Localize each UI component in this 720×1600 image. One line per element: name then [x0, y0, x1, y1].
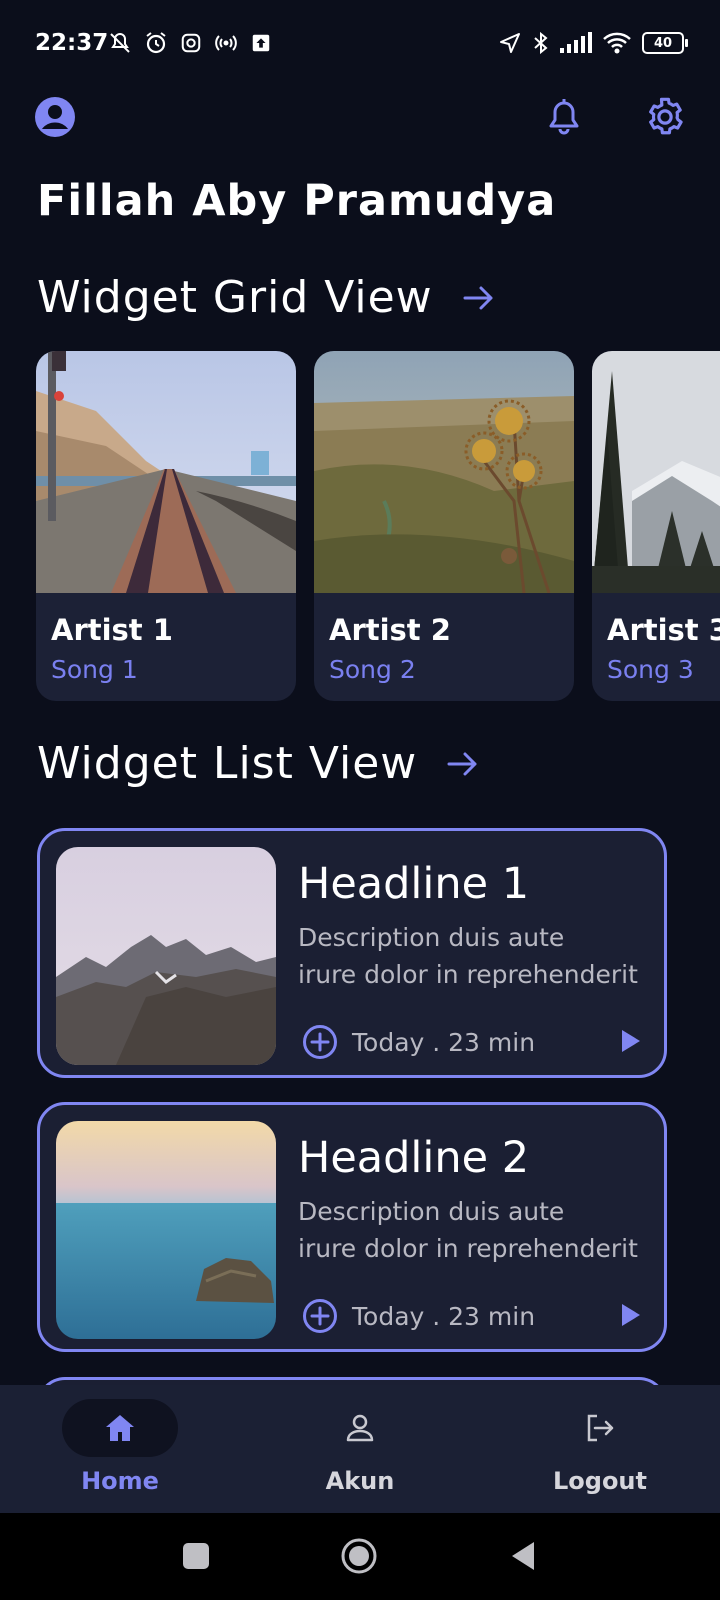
status-right-icons: 40	[498, 31, 688, 55]
list-card-image	[56, 847, 276, 1065]
gear-icon	[649, 97, 683, 135]
list-card-meta-text: Today . 23 min	[352, 1301, 536, 1331]
battery-icon: 40	[642, 32, 688, 54]
grid-card-artist: Artist 1	[51, 613, 173, 647]
wifi-icon	[603, 32, 631, 54]
list-card-description-line: Description duis aute	[298, 1197, 565, 1226]
list-card-description-line: irure dolor in reprehenderit	[298, 960, 638, 989]
back-icon[interactable]	[508, 1540, 538, 1572]
grid-card[interactable]: Artist 2 Song 2	[314, 351, 574, 701]
battery-level: 40	[653, 35, 673, 51]
list-section-header[interactable]: Widget List View	[37, 738, 481, 789]
list-card-description: Description duis aute irure dolor in rep…	[298, 919, 658, 993]
list-card-meta-text: Today . 23 min	[352, 1027, 536, 1057]
list-card-description-line: irure dolor in reprehenderit	[298, 1234, 638, 1263]
grid-card-image	[314, 351, 574, 595]
grid-card-artist: Artist 2	[329, 613, 451, 647]
nav-logout-label: Logout	[552, 1467, 647, 1495]
arrow-right-icon[interactable]	[461, 280, 497, 316]
add-circle-icon[interactable]	[302, 1298, 338, 1334]
nav-akun-label: Akun	[325, 1467, 395, 1495]
bluetooth-icon	[534, 31, 548, 55]
system-navigation-bar	[0, 1513, 720, 1600]
logout-icon	[587, 1414, 614, 1442]
nav-akun[interactable]: Akun	[240, 1385, 480, 1513]
grid-card-song: Song 1	[51, 655, 138, 684]
upload-icon	[252, 34, 270, 52]
top-app-bar	[0, 96, 720, 146]
grid-card[interactable]: Artist 3 Song 3	[592, 351, 720, 701]
user-name: Fillah Aby Pramudya	[37, 176, 557, 226]
settings-button[interactable]	[644, 96, 686, 138]
instagram-icon	[181, 33, 201, 53]
add-circle-icon[interactable]	[302, 1024, 338, 1060]
status-bar: 22:37 40	[0, 0, 720, 90]
location-icon	[500, 33, 520, 53]
list-card-headline: Headline 2	[298, 1133, 530, 1183]
notifications-button[interactable]	[543, 96, 585, 138]
list-card-description-line: Description duis aute	[298, 923, 565, 952]
list-card[interactable]: Headline 1 Description duis aute irure d…	[37, 828, 667, 1078]
nav-home-label: Home	[81, 1467, 159, 1495]
list-card-description: Description duis aute irure dolor in rep…	[298, 1193, 658, 1267]
list-section-title: Widget List View	[37, 738, 418, 789]
status-left-icons	[108, 31, 272, 55]
bell-icon	[549, 99, 579, 135]
account-button[interactable]	[34, 96, 76, 138]
mute-icon	[110, 32, 130, 53]
list-card-headline: Headline 1	[298, 859, 530, 909]
bottom-navigation: Home Akun Logout	[0, 1385, 720, 1513]
home-circle-icon[interactable]	[340, 1537, 378, 1575]
list-card[interactable]: Headline 2 Description duis aute irure d…	[37, 1102, 667, 1352]
home-icon	[106, 1415, 134, 1441]
status-time: 22:37	[35, 30, 109, 56]
grid-card[interactable]: Artist 1 Song 1	[36, 351, 296, 701]
list-card-image	[56, 1121, 276, 1339]
account-circle-icon	[35, 97, 75, 137]
play-icon[interactable]	[616, 1301, 644, 1329]
grid-carousel[interactable]: Artist 1 Song 1 Artist 2 Song 2 Artist 3…	[36, 351, 720, 701]
grid-card-artist: Artist 3	[607, 613, 720, 647]
nav-home[interactable]: Home	[0, 1385, 240, 1513]
nav-logout[interactable]: Logout	[480, 1385, 720, 1513]
arrow-right-icon[interactable]	[445, 746, 481, 782]
person-icon	[346, 1414, 374, 1442]
hotspot-icon	[215, 35, 237, 51]
alarm-icon	[146, 32, 166, 54]
grid-card-image	[592, 351, 720, 593]
list-card-meta: Today . 23 min	[302, 1024, 535, 1060]
signal-icon	[560, 32, 592, 53]
list-card-meta: Today . 23 min	[302, 1298, 535, 1334]
grid-card-song: Song 2	[329, 655, 416, 684]
play-icon[interactable]	[616, 1027, 644, 1055]
grid-section-header[interactable]: Widget Grid View	[37, 272, 497, 323]
grid-card-song: Song 3	[607, 655, 694, 684]
grid-section-title: Widget Grid View	[37, 272, 433, 323]
recents-icon[interactable]	[181, 1541, 211, 1571]
grid-card-image	[36, 351, 296, 593]
